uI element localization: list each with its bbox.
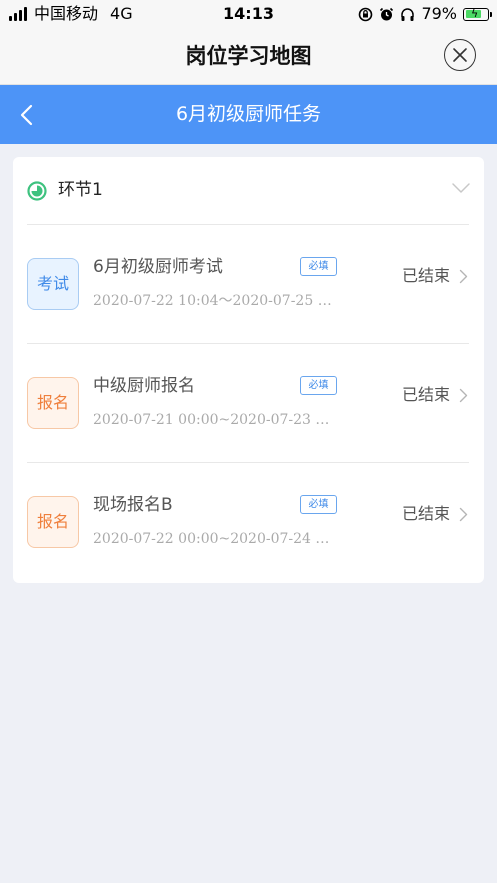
stage-header[interactable]: 环节1 <box>13 157 484 224</box>
page-title: 岗位学习地图 <box>185 44 312 68</box>
chevron-right-icon <box>459 388 468 403</box>
task-status: 已结束 <box>401 266 450 285</box>
task-row[interactable]: 报名 现场报名B 必填 2020-07-22 00:00~2020-07-24 … <box>13 463 484 581</box>
status-bar: 中国移动 4G 14:13 79% ϟ <box>0 0 497 28</box>
chevron-right-icon <box>459 269 468 284</box>
task-title: 现场报名B <box>93 495 173 515</box>
close-button[interactable] <box>444 39 476 71</box>
task-time-range: 2020-07-21 00:00~2020-07-23 00:00 <box>93 412 338 428</box>
rotation-lock-icon <box>358 7 373 22</box>
headphones-icon <box>400 7 415 22</box>
task-row[interactable]: 报名 中级厨师报名 必填 2020-07-21 00:00~2020-07-23… <box>13 344 484 462</box>
close-icon <box>453 48 467 62</box>
required-badge: 必填 <box>300 257 337 276</box>
task-title: 6月初级厨师考试 <box>93 257 223 277</box>
task-row[interactable]: 考试 6月初级厨师考试 必填 2020-07-22 10:04～2020-07-… <box>13 225 484 343</box>
stage-card: 环节1 考试 6月初级厨师考试 必填 2020-07-22 10:04～2020… <box>13 157 484 583</box>
task-status: 已结束 <box>401 385 450 404</box>
pie-progress-icon <box>27 181 47 201</box>
task-header-title: 6月初级厨师任务 <box>175 103 322 125</box>
task-header: 6月初级厨师任务 <box>0 85 497 144</box>
task-type-badge: 报名 <box>27 496 79 548</box>
top-nav-bar: 岗位学习地图 <box>0 28 497 85</box>
alarm-icon <box>379 7 394 22</box>
task-status: 已结束 <box>401 504 450 523</box>
task-type-badge: 考试 <box>27 258 79 310</box>
required-badge: 必填 <box>300 495 337 514</box>
battery-icon: ϟ <box>463 7 492 21</box>
required-badge: 必填 <box>300 376 337 395</box>
chevron-down-icon[interactable] <box>451 182 471 194</box>
task-type-badge: 报名 <box>27 377 79 429</box>
task-title: 中级厨师报名 <box>93 376 195 396</box>
status-bar-right: 79% ϟ <box>358 4 492 24</box>
chevron-right-icon <box>459 507 468 522</box>
battery-percent: 79% <box>421 4 457 23</box>
task-time-range: 2020-07-22 10:04～2020-07-25 10... <box>93 293 338 309</box>
task-time-range: 2020-07-22 00:00~2020-07-24 00:00 <box>93 531 338 547</box>
stage-title: 环节1 <box>58 180 103 200</box>
